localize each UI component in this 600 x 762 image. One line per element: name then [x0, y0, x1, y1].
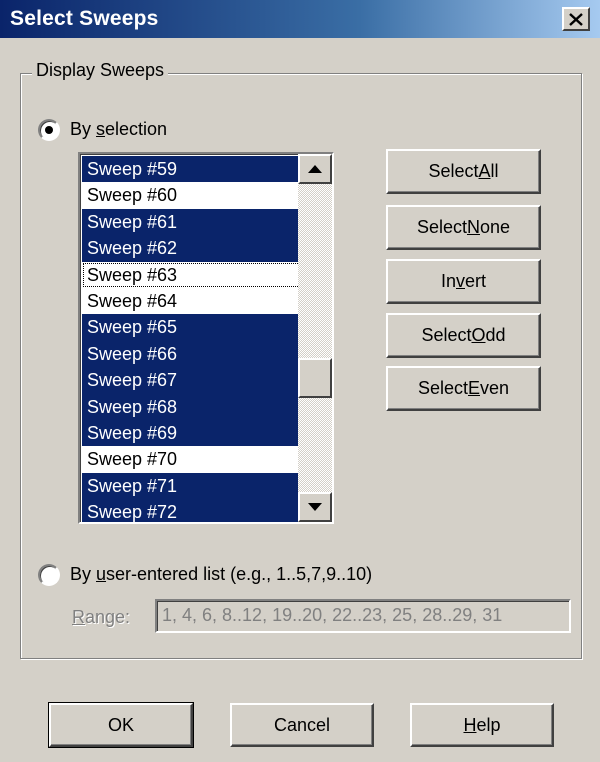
label-accelerator: O: [471, 325, 486, 345]
list-item[interactable]: Sweep #68: [82, 393, 303, 420]
label-part: Select: [416, 217, 467, 237]
label-accelerator: u: [96, 564, 107, 584]
list-item[interactable]: Sweep #59: [82, 156, 303, 183]
cancel-button[interactable]: Cancel: [230, 703, 374, 747]
list-item[interactable]: Sweep #63: [82, 261, 303, 288]
by-list-label[interactable]: By user-entered list (e.g., 1..5,7,9..10…: [70, 564, 372, 585]
label-part: ven: [480, 378, 510, 398]
label-accelerator: v: [456, 271, 465, 291]
radio-dot: [45, 126, 53, 134]
select-none-button[interactable]: Select None: [386, 205, 541, 250]
label-part: election: [105, 119, 168, 139]
window-title: Select Sweeps: [10, 7, 159, 30]
ok-label: OK: [107, 714, 134, 735]
ok-button[interactable]: OK: [48, 702, 194, 748]
arrow-up-icon: [308, 165, 322, 173]
label-part: By: [70, 119, 97, 139]
label-part: By: [70, 564, 97, 584]
list-item[interactable]: Sweep #64: [82, 287, 303, 315]
range-input[interactable]: 1, 4, 6, 8..12, 19..20, 22..23, 25, 28..…: [155, 599, 571, 633]
list-item[interactable]: Sweep #65: [82, 314, 303, 341]
label-accelerator: H: [463, 714, 477, 735]
list-item[interactable]: Sweep #70: [82, 446, 303, 473]
by-selection-label[interactable]: By selection: [70, 119, 167, 140]
cancel-label: Cancel: [273, 714, 331, 735]
label-part: ll: [490, 161, 499, 181]
list-item[interactable]: Sweep #67: [82, 367, 303, 394]
list-item[interactable]: Sweep #69: [82, 419, 303, 447]
select-odd-button[interactable]: Select Odd: [386, 313, 541, 358]
label-part: dd: [485, 325, 506, 345]
label-accelerator: A: [478, 161, 491, 181]
select-sweeps-dialog: Select Sweeps Display Sweeps By selectio…: [0, 0, 600, 762]
label-part: Select: [417, 378, 468, 398]
label-part: Select: [428, 161, 479, 181]
select-even-button[interactable]: Select Even: [386, 366, 541, 411]
label-part: elp: [476, 714, 501, 735]
label-accelerator: R: [72, 607, 85, 627]
listbox-scrollbar[interactable]: [298, 154, 332, 522]
help-button[interactable]: Help: [410, 703, 554, 747]
close-button[interactable]: [562, 7, 590, 31]
scroll-thumb[interactable]: [298, 358, 332, 398]
label-accelerator: s: [96, 119, 106, 139]
label-part: Select: [421, 325, 472, 345]
group-legend: Display Sweeps: [32, 60, 169, 81]
scroll-up-button[interactable]: [298, 154, 332, 184]
label-part: In: [440, 271, 456, 291]
select-all-button[interactable]: Select All: [386, 149, 541, 194]
title-bar[interactable]: Select Sweeps: [0, 0, 600, 38]
sweeps-listbox[interactable]: Sweep #59 Sweep #60 Sweep #61 Sweep #62 Swee…: [78, 152, 334, 524]
by-list-radio[interactable]: [38, 564, 60, 586]
list-item[interactable]: Sweep #61: [82, 208, 303, 236]
by-selection-radio[interactable]: [38, 119, 60, 141]
label-part: ange:: [85, 607, 131, 627]
list-item[interactable]: Sweep #60: [82, 182, 303, 209]
label-part: ert: [465, 271, 487, 291]
list-item[interactable]: Sweep #72: [82, 499, 303, 522]
invert-button[interactable]: In v ert: [386, 259, 541, 304]
label-part: ser-entered list (e.g., 1..5,7,9..10): [106, 564, 373, 584]
list-item[interactable]: Sweep #71: [82, 472, 303, 500]
list-item[interactable]: Sweep #62: [82, 235, 303, 262]
label-accelerator: N: [466, 217, 480, 237]
range-label: Range:: [72, 607, 130, 628]
label-accelerator: E: [467, 378, 480, 398]
close-icon: [569, 12, 583, 26]
label-part: one: [479, 217, 511, 237]
list-item[interactable]: Sweep #66: [82, 340, 303, 368]
arrow-down-icon: [308, 503, 322, 511]
scroll-down-button[interactable]: [298, 492, 332, 522]
sweeps-list: Sweep #59 Sweep #60 Sweep #61 Sweep #62 Swee…: [82, 156, 303, 522]
